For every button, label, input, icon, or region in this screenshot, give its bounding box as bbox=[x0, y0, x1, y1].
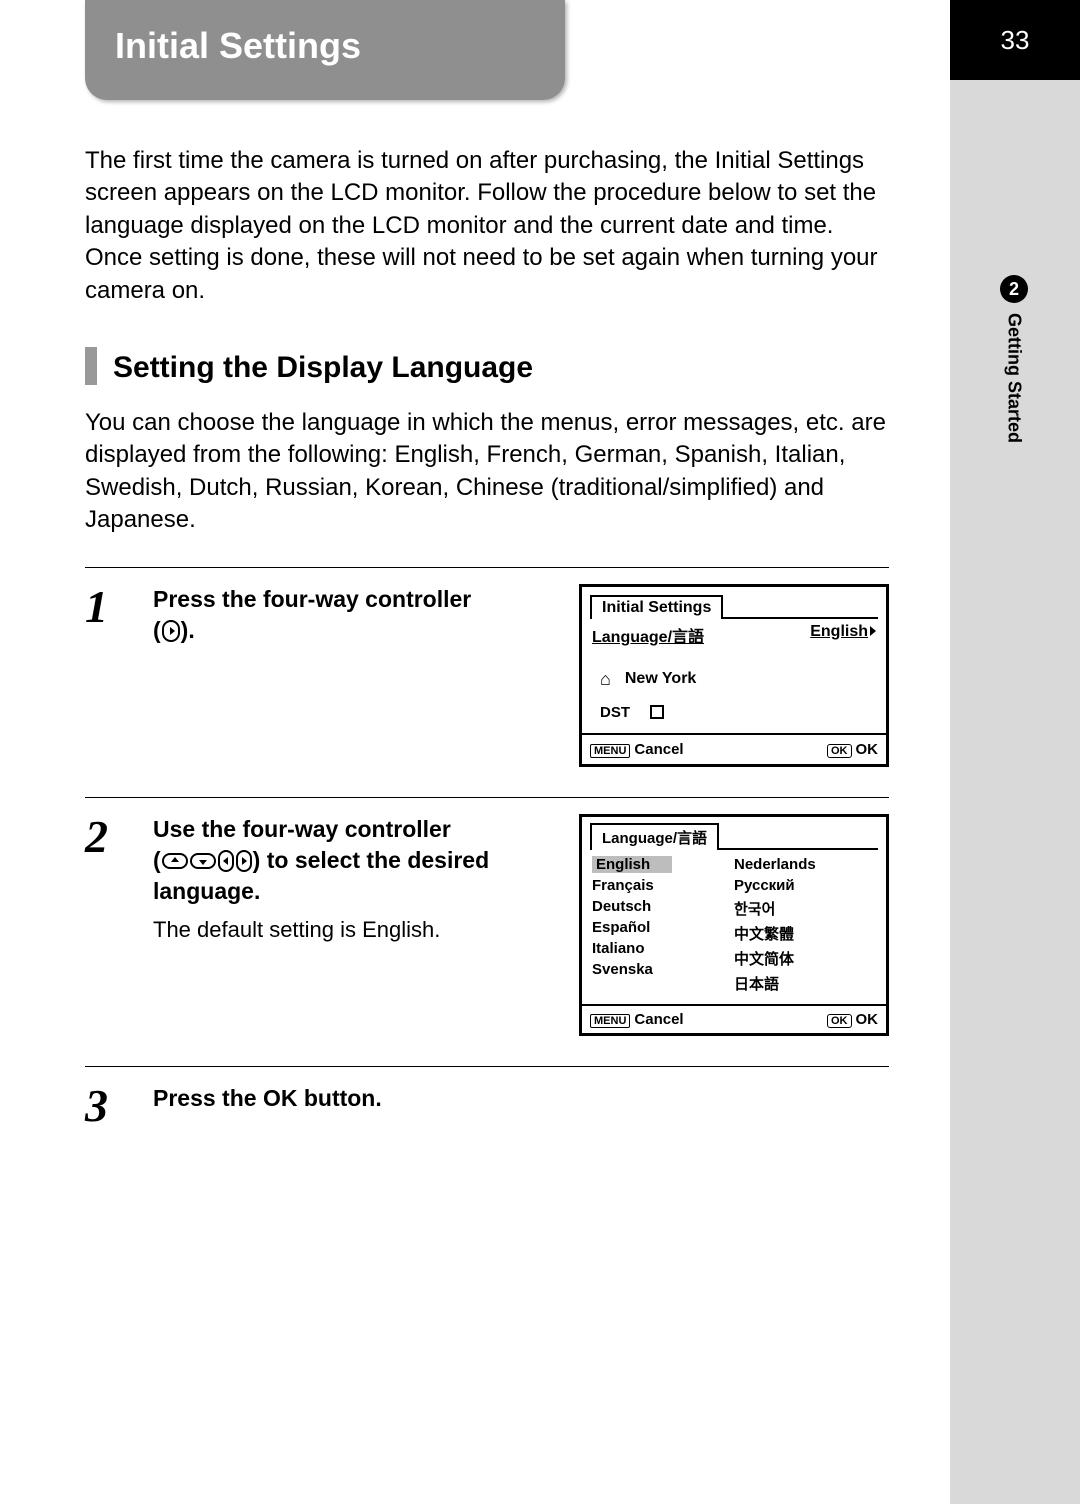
language-option: Italiano bbox=[592, 938, 734, 959]
screen1-ok: OK bbox=[856, 741, 879, 758]
language-option: Español bbox=[592, 917, 734, 938]
screen2-cancel: Cancel bbox=[634, 1011, 683, 1028]
menu-badge-icon: MENU bbox=[590, 1014, 630, 1028]
language-option: Nederlands bbox=[734, 854, 876, 875]
screen1-dst-label: DST bbox=[600, 704, 630, 721]
language-option: 中文繁體 bbox=[734, 921, 876, 946]
language-option: 中文简体 bbox=[734, 946, 876, 971]
chapter-number: 2 bbox=[1000, 275, 1028, 303]
page-number: 33 bbox=[950, 0, 1080, 80]
right-controller-icon bbox=[236, 850, 252, 872]
screen1-language-value: English bbox=[810, 623, 868, 640]
language-option: 한국어 bbox=[734, 896, 876, 921]
down-controller-icon bbox=[190, 853, 216, 869]
step-2-subtext: The default setting is English. bbox=[153, 917, 559, 943]
ok-button-label: OK bbox=[263, 1085, 298, 1111]
right-controller-icon bbox=[162, 620, 180, 642]
step-3: 3 Press the OK button. bbox=[85, 1066, 889, 1159]
intro-paragraph: The first time the camera is turned on a… bbox=[85, 145, 895, 307]
side-thumb-index bbox=[950, 0, 1080, 1504]
step-number: 3 bbox=[85, 1083, 129, 1129]
step-1-instruction: Press the four-way controller (). bbox=[153, 584, 559, 646]
ok-badge-icon: OK bbox=[827, 744, 852, 758]
step-2: 2 Use the four-way controller () to sele… bbox=[85, 797, 889, 1066]
step-2-instruction: Use the four-way controller () to select… bbox=[153, 814, 559, 907]
step-number: 2 bbox=[85, 814, 129, 1036]
chapter-tab: 2 Getting Started bbox=[1000, 275, 1028, 443]
screen1-cancel: Cancel bbox=[634, 741, 683, 758]
menu-badge-icon: MENU bbox=[590, 744, 630, 758]
language-option: Русский bbox=[734, 875, 876, 896]
language-option: Français bbox=[592, 875, 734, 896]
screen1-title: Initial Settings bbox=[590, 595, 723, 619]
dst-checkbox-icon bbox=[650, 705, 664, 719]
step-number: 1 bbox=[85, 584, 129, 767]
step-3-instruction: Press the OK button. bbox=[153, 1083, 889, 1114]
screen2-ok: OK bbox=[856, 1011, 879, 1028]
section-bar-icon bbox=[85, 347, 97, 385]
ok-badge-icon: OK bbox=[827, 1014, 852, 1028]
lcd-screen-language-list: Language/言語 English Français Deutsch Esp… bbox=[579, 814, 889, 1036]
screen1-city: New York bbox=[625, 670, 696, 688]
language-option: Svenska bbox=[592, 959, 734, 980]
home-icon: ⌂ bbox=[600, 669, 611, 690]
left-controller-icon bbox=[218, 850, 234, 872]
lcd-screen-initial-settings: Initial Settings Language/言語 English ⌂ N… bbox=[579, 584, 889, 767]
screen1-language-label: Language/言語 bbox=[592, 623, 704, 647]
language-option-selected: English bbox=[592, 856, 672, 873]
section-text: You can choose the language in which the… bbox=[85, 407, 895, 537]
page-title: Initial Settings bbox=[85, 0, 565, 100]
section-header: Setting the Display Language bbox=[85, 347, 895, 385]
section-title: Setting the Display Language bbox=[113, 351, 533, 385]
chapter-title: Getting Started bbox=[1004, 313, 1025, 443]
step-1: 1 Press the four-way controller (). Init… bbox=[85, 567, 889, 797]
language-option: Deutsch bbox=[592, 896, 734, 917]
up-controller-icon bbox=[162, 853, 188, 869]
language-option: 日本語 bbox=[734, 971, 876, 996]
screen2-title: Language/言語 bbox=[590, 823, 719, 850]
right-arrow-icon bbox=[870, 626, 876, 636]
